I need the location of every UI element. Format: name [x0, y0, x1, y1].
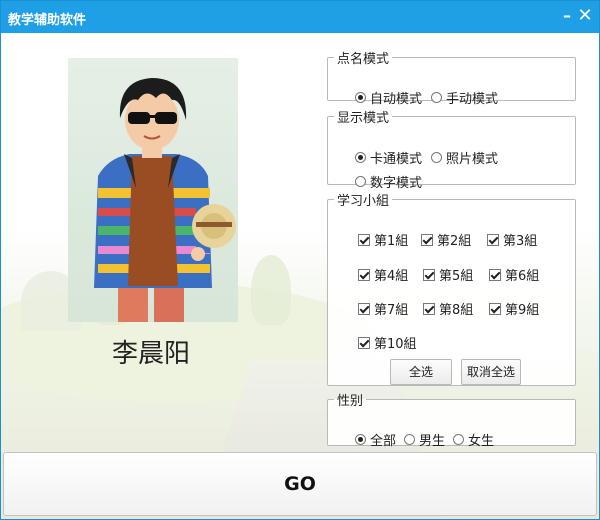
- checkbox-checked-icon[interactable]: [489, 302, 501, 315]
- group-1-checkbox[interactable]: 第1組: [358, 230, 408, 249]
- call-mode-legend: 点名模式: [337, 52, 390, 67]
- radio-selected-icon[interactable]: [355, 152, 366, 163]
- checkbox-checked-icon[interactable]: [423, 268, 435, 281]
- call-mode-manual-option[interactable]: 手动模式: [431, 88, 498, 107]
- radio-unselected-icon[interactable]: [404, 434, 415, 445]
- gender-legend: 性别: [337, 394, 364, 409]
- display-mode-cartoon-option[interactable]: 卡通模式: [355, 148, 422, 167]
- display-mode-number-option[interactable]: 数字模式: [355, 172, 422, 191]
- minimize-icon[interactable]: –: [557, 5, 577, 27]
- background-tree: [251, 255, 291, 325]
- call-mode-auto-option[interactable]: 自动模式: [355, 88, 422, 107]
- close-icon[interactable]: ✕: [575, 5, 595, 27]
- checkbox-checked-icon[interactable]: [358, 268, 370, 281]
- call-mode-group: 点名模式 自动模式 手动模式: [327, 48, 576, 107]
- student-name: 李晨阳: [111, 339, 190, 369]
- group-9-checkbox[interactable]: 第9組: [489, 299, 539, 318]
- group-3-checkbox[interactable]: 第3組: [487, 230, 537, 249]
- checkbox-checked-icon[interactable]: [423, 302, 435, 315]
- title-bar[interactable]: 教学辅助软件 – ✕: [1, 1, 599, 33]
- window-title: 教学辅助软件: [8, 13, 87, 28]
- radio-unselected-icon[interactable]: [453, 434, 464, 445]
- group-7-checkbox[interactable]: 第7組: [358, 299, 408, 318]
- checkbox-checked-icon[interactable]: [489, 268, 501, 281]
- student-photo: [68, 58, 238, 322]
- display-mode-legend: 显示模式: [337, 111, 390, 126]
- group-10-checkbox[interactable]: 第10組: [358, 333, 417, 352]
- student-cartoon-icon: [94, 78, 236, 322]
- group-4-checkbox[interactable]: 第4組: [358, 265, 408, 284]
- study-groups-group: 学习小組 第1組 第2組 第3組 第4組 第5組 第6組 第7組 第8組 第9組…: [327, 190, 576, 386]
- checkbox-checked-icon[interactable]: [487, 233, 499, 246]
- gender-group: 性别 全部 男生 女生: [327, 390, 576, 449]
- app-window: 教学辅助软件 – ✕ 李晨阳 点名模式 自动模式 手动模式 显示模式 卡通模式 …: [0, 0, 600, 520]
- study-groups-legend: 学习小組: [337, 194, 390, 209]
- gender-female-option[interactable]: 女生: [453, 430, 494, 449]
- radio-unselected-icon[interactable]: [431, 152, 442, 163]
- group-8-checkbox[interactable]: 第8組: [423, 299, 473, 318]
- gender-all-option[interactable]: 全部: [355, 430, 396, 449]
- checkbox-checked-icon[interactable]: [358, 233, 370, 246]
- group-5-checkbox[interactable]: 第5組: [423, 265, 473, 284]
- display-mode-group: 显示模式 卡通模式 照片模式 数字模式: [327, 107, 576, 191]
- group-6-checkbox[interactable]: 第6組: [489, 265, 539, 284]
- go-button[interactable]: GO: [3, 452, 597, 516]
- display-mode-photo-option[interactable]: 照片模式: [431, 148, 498, 167]
- select-all-button[interactable]: 全选: [390, 359, 452, 385]
- radio-unselected-icon[interactable]: [431, 92, 442, 103]
- checkbox-checked-icon[interactable]: [358, 302, 370, 315]
- gender-male-option[interactable]: 男生: [404, 430, 445, 449]
- radio-selected-icon[interactable]: [355, 434, 366, 445]
- checkbox-checked-icon[interactable]: [358, 336, 370, 349]
- checkbox-checked-icon[interactable]: [421, 233, 433, 246]
- deselect-all-button[interactable]: 取消全选: [461, 359, 521, 385]
- radio-unselected-icon[interactable]: [355, 176, 366, 187]
- group-2-checkbox[interactable]: 第2組: [421, 230, 471, 249]
- radio-selected-icon[interactable]: [355, 92, 366, 103]
- main-panel: 李晨阳 点名模式 自动模式 手动模式 显示模式 卡通模式 照片模式 数字模式 学…: [1, 33, 599, 519]
